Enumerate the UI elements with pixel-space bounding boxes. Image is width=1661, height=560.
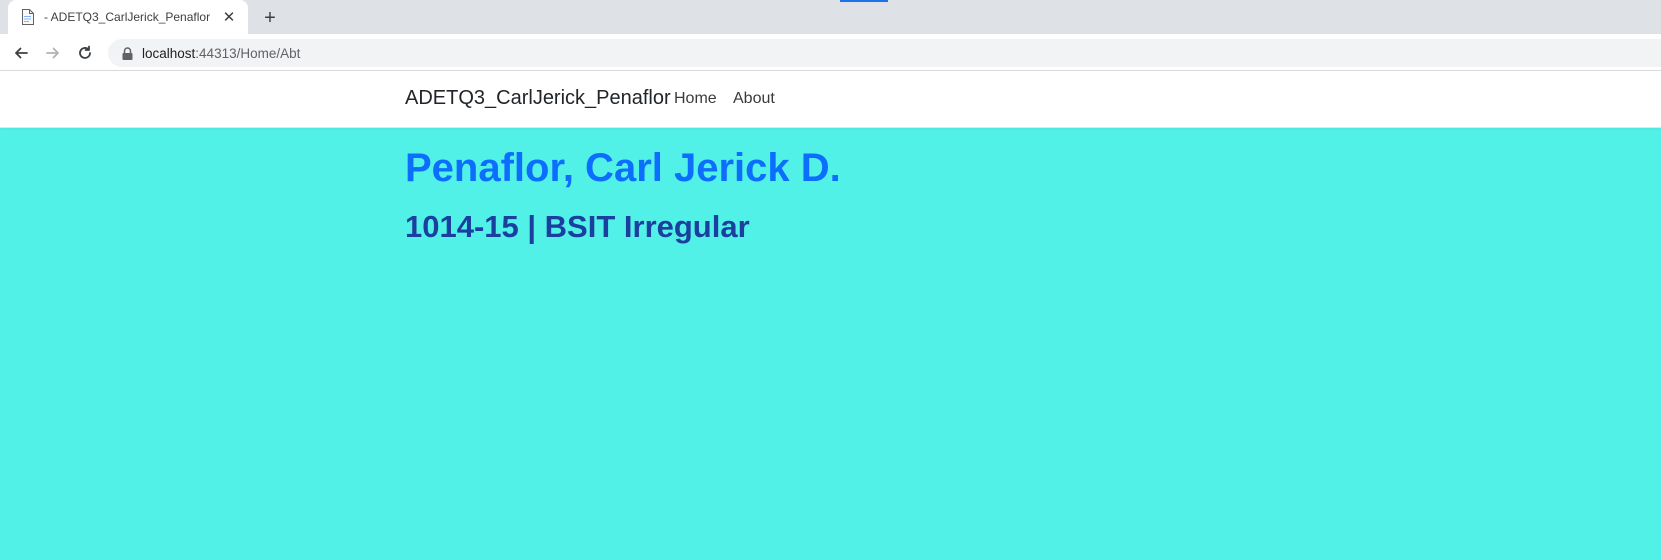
nav-link-home[interactable]: Home [674, 90, 717, 108]
student-name-heading: Penaflor, Carl Jerick D. [405, 146, 841, 190]
document-icon [20, 9, 36, 25]
browser-tabstrip: - ADETQ3_CarlJerick_Penaflor ✕ + [0, 0, 1661, 34]
address-bar[interactable]: localhost:44313/Home/Abt [108, 39, 1661, 67]
navbar-brand[interactable]: ADETQ3_CarlJerick_Penaflor [405, 87, 671, 110]
tabstrip-indicator [840, 0, 888, 2]
tab-title: - ADETQ3_CarlJerick_Penaflor [44, 10, 211, 24]
url-text[interactable]: localhost:44313/Home/Abt [142, 46, 300, 61]
plus-icon[interactable]: + [258, 6, 282, 30]
url-path: :44313/Home/Abt [195, 45, 301, 61]
lock-icon[interactable] [120, 46, 134, 60]
page-body: ADETQ3_CarlJerick_Penaflor Home About Pe… [0, 71, 1661, 560]
nav-link-about[interactable]: About [733, 90, 775, 108]
arrow-left-icon[interactable] [7, 39, 35, 67]
browser-toolbar: localhost:44313/Home/Abt [0, 34, 1661, 71]
student-details-heading: 1014-15 | BSIT Irregular [405, 209, 750, 244]
arrow-right-icon[interactable] [39, 39, 67, 67]
url-host: localhost [142, 45, 196, 61]
reload-icon[interactable] [71, 39, 99, 67]
site-navbar: ADETQ3_CarlJerick_Penaflor Home About [0, 71, 1661, 128]
close-icon[interactable]: ✕ [220, 8, 238, 26]
browser-tab[interactable]: - ADETQ3_CarlJerick_Penaflor ✕ [8, 0, 248, 34]
